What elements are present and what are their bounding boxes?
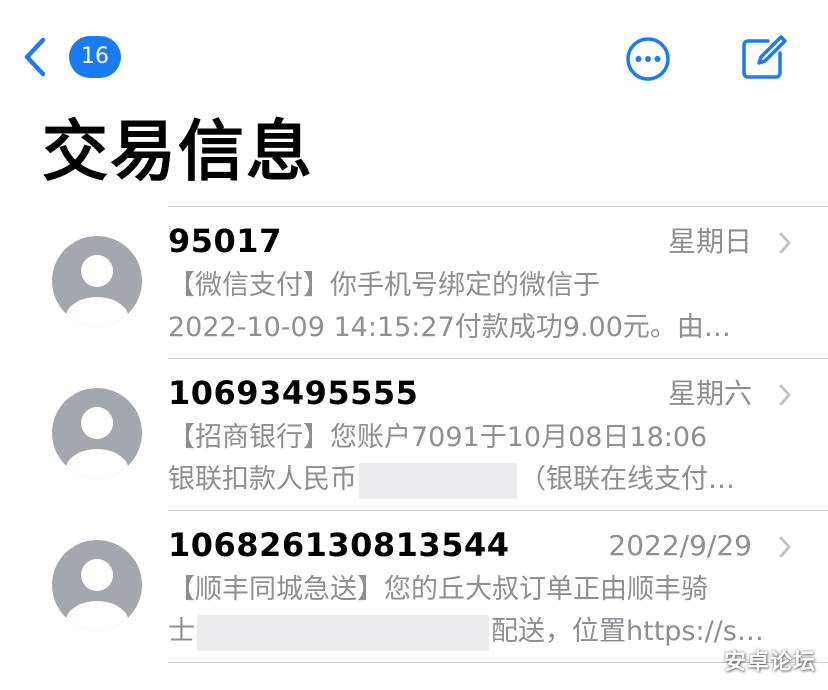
chevron-right-icon [779,232,791,254]
message-date: 星期日 [667,225,752,258]
message-row[interactable]: 95017 星期日 【微信支付】你手机号绑定的微信于 2022-10-09 14… [0,207,828,358]
avatar-person-icon [52,388,142,478]
preview-line: 银联扣款人民币 （银联在线支付… [168,459,788,501]
watermark: 安卓论坛 [723,650,816,675]
preview-line: 【招商银行】您账户7091于10月08日18:06 [168,422,708,453]
message-date: 星期六 [667,377,752,410]
preview-line: 【顺丰同城急送】您的丘大叔订单正由顺丰骑 [168,574,708,605]
preview-text: （银联在线支付… [519,464,735,495]
redacted-block [359,462,517,499]
unread-count-badge: 16 [69,36,121,78]
message-preview: 【微信支付】你手机号绑定的微信于 2022-10-09 14:15:27付款成功… [168,265,788,349]
navigation-bar: 16 [0,0,828,110]
sender-name: 10693495555 [168,374,419,412]
preview-text: 士 [168,616,195,647]
chevron-left-icon [24,37,46,77]
chevron-right-icon [779,536,791,558]
preview-text: 配送，位置https://s… [491,616,764,647]
redacted-block [197,614,489,651]
preview-text: 银联扣款人民币 [168,464,357,495]
message-preview: 【顺丰同城急送】您的丘大叔订单正由顺丰骑 士 配送，位置https://s… [168,569,788,653]
message-row[interactable]: 10693495555 星期六 【招商银行】您账户7091于10月08日18:0… [0,359,828,510]
more-options-button[interactable] [625,36,671,82]
back-button[interactable]: 16 [22,36,132,80]
message-preview: 【招商银行】您账户7091于10月08日18:06 银联扣款人民币 （银联在线支付… [168,417,788,501]
chevron-right-icon [779,384,791,406]
preview-line: 2022-10-09 14:15:27付款成功9.00元。由… [168,312,731,343]
ellipsis-circle-icon [626,37,670,81]
message-list: 95017 星期日 【微信支付】你手机号绑定的微信于 2022-10-09 14… [0,206,828,663]
page-title: 交易信息 [42,113,314,190]
compose-button[interactable] [738,33,788,83]
compose-icon [742,35,787,79]
avatar-person-icon [52,540,142,630]
message-row[interactable]: 106826130813544 2022/9/29 【顺丰同城急送】您的丘大叔订… [0,511,828,662]
message-date: 2022/9/29 [608,529,752,562]
preview-line: 【微信支付】你手机号绑定的微信于 [168,270,600,301]
sender-name: 106826130813544 [168,526,510,564]
sender-name: 95017 [168,222,282,260]
avatar-person-icon [52,236,142,326]
preview-line: 士 配送，位置https://s… [168,611,788,653]
